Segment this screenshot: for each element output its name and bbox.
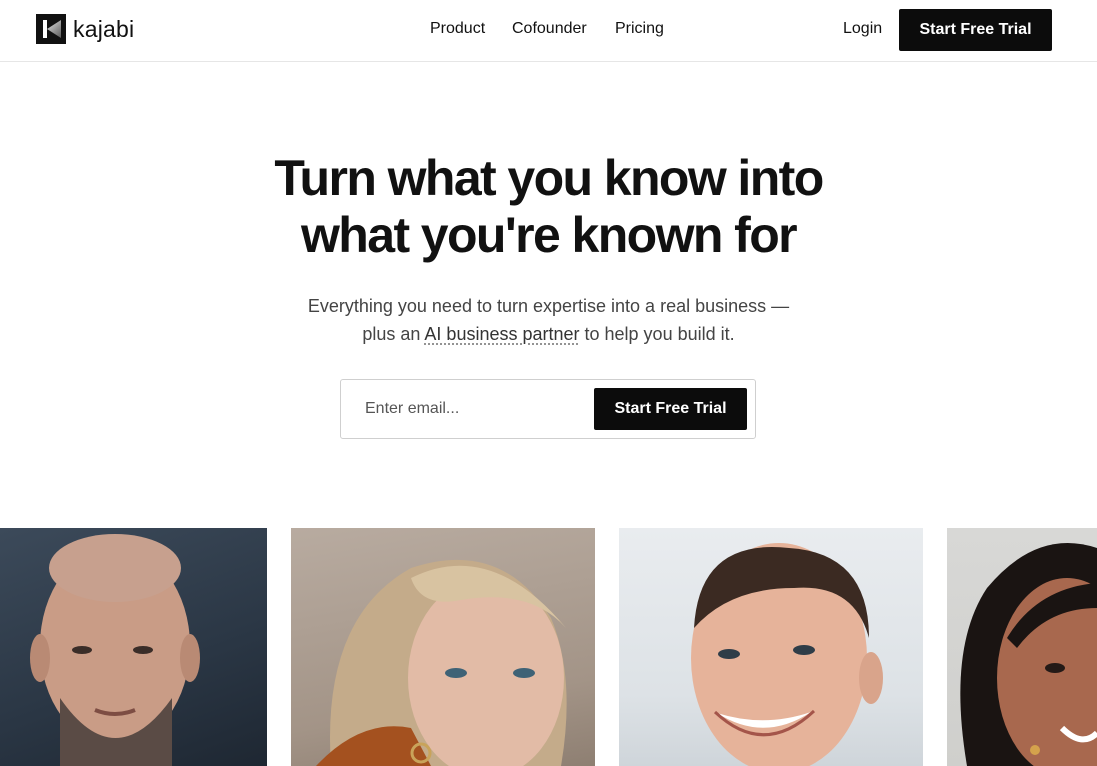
hero-title-line-1: Turn what you know into [274,150,824,206]
top-navigation: kajabi Product Cofounder Pricing Login S… [0,0,1097,62]
kajabi-logo-icon [36,14,66,44]
hero-subtitle: Everything you need to turn expertise in… [0,292,1097,348]
subtitle-text-after: to help you build it. [579,324,735,344]
nav-link-product[interactable]: Product [430,20,485,38]
hero-title: Turn what you know into what you're know… [0,150,1097,264]
email-signup-form: Start Free Trial [340,379,756,439]
hero-subtitle-line-2: plus an AI business partner to help you … [0,320,1097,348]
brand-name: kajabi [73,15,135,42]
email-start-free-trial-button[interactable]: Start Free Trial [594,388,747,430]
ai-business-partner-link[interactable]: AI business partner [424,324,579,344]
creator-portrait-2 [291,528,595,766]
creator-portrait-3 [619,528,923,766]
login-link[interactable]: Login [843,20,882,38]
nav-link-cofounder[interactable]: Cofounder [512,20,587,38]
start-free-trial-button[interactable]: Start Free Trial [899,9,1052,51]
kajabi-logo[interactable]: kajabi [36,14,134,44]
creator-portrait-1 [0,528,267,766]
hero-subtitle-line-1: Everything you need to turn expertise in… [307,296,790,316]
email-input[interactable] [355,390,595,428]
creator-portrait-4 [947,528,1097,766]
subtitle-text-before: plus an [362,324,425,344]
nav-link-pricing[interactable]: Pricing [615,20,664,38]
hero-title-line-2: what you're known for [301,207,798,263]
